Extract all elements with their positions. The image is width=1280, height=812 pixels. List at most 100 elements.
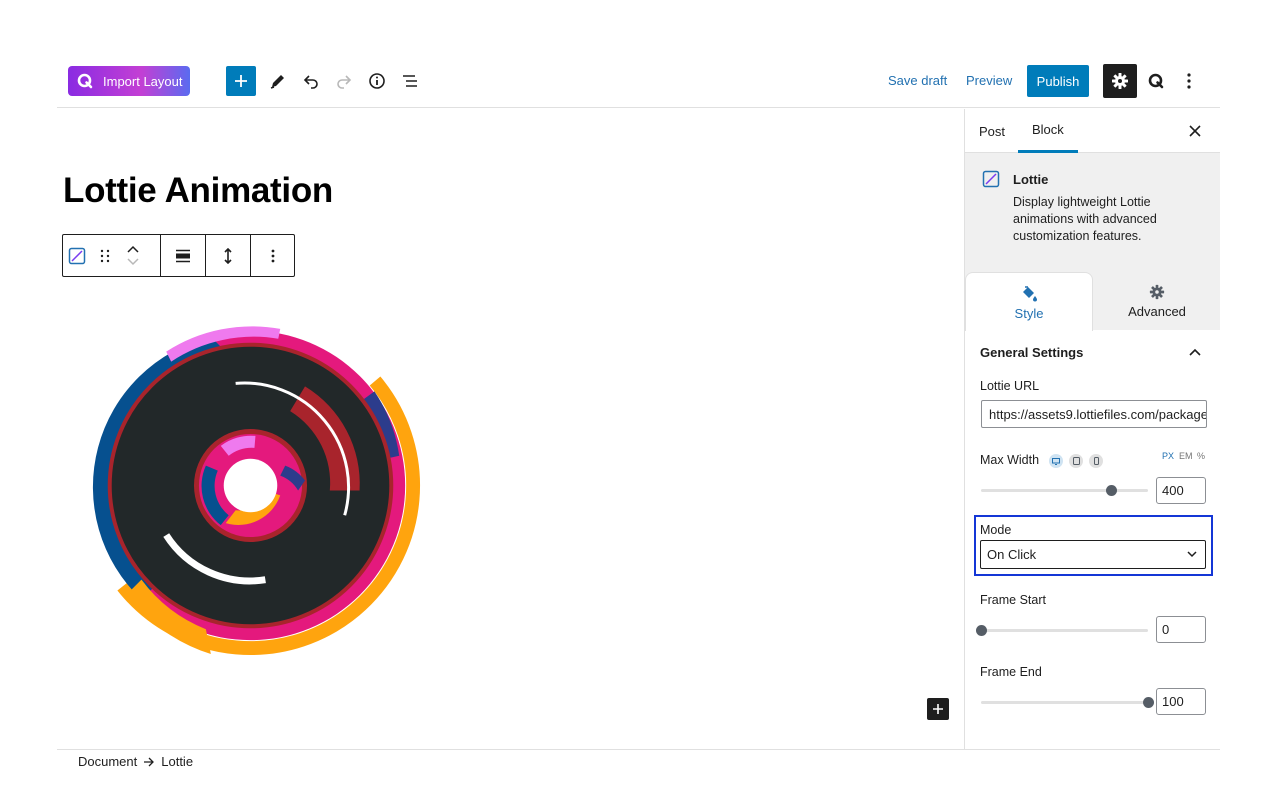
mobile-icon xyxy=(1093,457,1099,465)
tab-post[interactable]: Post xyxy=(979,109,1005,153)
tab-block[interactable]: Block xyxy=(1018,109,1078,153)
desktop-icon xyxy=(1052,457,1060,465)
unit-em[interactable]: EM xyxy=(1179,451,1193,461)
move-up-icon[interactable] xyxy=(127,245,139,253)
lottie-animation[interactable] xyxy=(77,312,424,659)
qubely-logo-icon xyxy=(76,72,94,90)
editor-canvas: Lottie Animation xyxy=(57,109,964,749)
vertical-arrows-icon xyxy=(224,247,232,264)
max-width-input[interactable]: 400 xyxy=(1156,477,1206,504)
import-layout-button[interactable]: Import Layout xyxy=(68,66,190,96)
frame-start-slider[interactable] xyxy=(981,629,1148,632)
tab-advanced[interactable]: Advanced xyxy=(1093,272,1220,330)
lottie-icon xyxy=(68,247,86,264)
block-type-button[interactable] xyxy=(63,235,91,276)
save-draft-button[interactable]: Save draft xyxy=(888,73,947,88)
block-card-description: Display lightweight Lottie animations wi… xyxy=(1013,195,1157,243)
mode-label: Mode xyxy=(980,523,1012,537)
undo-icon xyxy=(303,75,318,89)
lottie-url-label: Lottie URL xyxy=(980,379,1040,393)
gear-icon xyxy=(1149,284,1165,299)
editor-toolbar: Import Layout Save draft Preview Publish xyxy=(57,50,1220,108)
preview-button[interactable]: Preview xyxy=(966,73,1012,88)
details-button[interactable] xyxy=(362,66,392,96)
breadcrumb: Document Lottie xyxy=(78,754,193,769)
general-settings-title[interactable]: General Settings xyxy=(980,345,1083,360)
gear-icon xyxy=(1112,73,1128,89)
add-block-button[interactable] xyxy=(226,66,256,96)
import-layout-label: Import Layout xyxy=(103,73,183,89)
frame-end-input[interactable]: 100 xyxy=(1156,688,1206,715)
align-button[interactable] xyxy=(169,235,197,276)
device-tablet-button[interactable] xyxy=(1069,454,1083,468)
settings-button[interactable] xyxy=(1103,64,1137,98)
mode-select[interactable]: On Click xyxy=(980,540,1206,569)
unit-percent[interactable]: % xyxy=(1197,451,1205,461)
qubely-plugin-button[interactable] xyxy=(1141,66,1171,96)
mode-select-value: On Click xyxy=(987,547,1037,562)
drag-handle[interactable] xyxy=(91,235,119,276)
block-toolbar-group-more xyxy=(251,235,294,276)
tools-button[interactable] xyxy=(263,66,293,96)
list-view-icon xyxy=(403,75,417,87)
close-sidebar-button[interactable] xyxy=(1185,121,1205,141)
chevron-down-icon xyxy=(1187,551,1197,558)
lottie-icon xyxy=(982,170,1000,188)
options-button[interactable] xyxy=(1174,66,1204,96)
more-vertical-icon xyxy=(271,249,274,262)
sidebar-tabs: Post Block xyxy=(965,109,1220,153)
frame-end-label: Frame End xyxy=(980,665,1042,679)
frame-start-label: Frame Start xyxy=(980,593,1046,607)
plus-icon xyxy=(933,704,943,714)
close-icon xyxy=(1189,125,1201,137)
undo-button[interactable] xyxy=(296,66,326,96)
device-mobile-button[interactable] xyxy=(1089,454,1103,468)
arrow-right-icon xyxy=(144,757,155,766)
info-icon xyxy=(369,73,385,89)
frame-start-input[interactable]: 0 xyxy=(1156,616,1206,643)
qubely-icon xyxy=(1148,73,1164,89)
block-card: Lottie Display lightweight Lottie animat… xyxy=(965,153,1220,272)
frame-end-slider-thumb[interactable] xyxy=(1142,697,1154,708)
unit-px[interactable]: PX xyxy=(1162,451,1174,461)
move-down-icon[interactable] xyxy=(127,258,139,266)
lottie-url-input[interactable]: https://assets9.lottiefiles.com/packages… xyxy=(981,400,1207,428)
tab-advanced-label: Advanced xyxy=(1128,303,1186,319)
block-options-button[interactable] xyxy=(259,235,287,276)
editor-frame: Import Layout Save draft Preview Publish xyxy=(57,50,1220,769)
chevron-up-icon[interactable] xyxy=(1187,345,1203,361)
frame-start-slider-thumb[interactable] xyxy=(975,625,987,636)
block-toolbar-group-align xyxy=(161,235,206,276)
redo-icon xyxy=(337,75,352,89)
tablet-icon xyxy=(1072,457,1080,465)
max-width-slider-thumb[interactable] xyxy=(1105,485,1117,496)
drag-handle-icon xyxy=(100,249,110,262)
block-card-title: Lottie xyxy=(1013,172,1049,187)
max-width-label: Max Width xyxy=(980,453,1040,467)
redo-button[interactable] xyxy=(329,66,359,96)
pencil-icon xyxy=(270,75,284,89)
style-tabs: Style Advanced xyxy=(965,272,1220,331)
breadcrumb-document[interactable]: Document xyxy=(78,754,137,769)
post-title[interactable]: Lottie Animation xyxy=(63,171,333,211)
lottie-animation-graphic xyxy=(80,315,421,656)
max-width-slider[interactable] xyxy=(981,489,1148,492)
block-toolbar-group-main xyxy=(63,235,161,276)
device-desktop-button[interactable] xyxy=(1049,454,1063,468)
height-button[interactable] xyxy=(214,235,242,276)
editor-footer: Document Lottie xyxy=(57,749,1220,779)
tab-style-label: Style xyxy=(1014,305,1044,321)
block-inserter-button[interactable] xyxy=(927,698,949,720)
frame-end-slider[interactable] xyxy=(981,701,1148,704)
block-mover[interactable] xyxy=(119,235,147,276)
publish-button[interactable]: Publish xyxy=(1027,65,1089,97)
breadcrumb-lottie[interactable]: Lottie xyxy=(161,754,193,769)
tab-style[interactable]: Style xyxy=(965,272,1093,331)
paint-bucket-icon xyxy=(1023,285,1037,301)
block-toolbar xyxy=(62,234,295,277)
block-toolbar-group-height xyxy=(206,235,251,276)
align-none-icon xyxy=(176,249,190,262)
settings-sidebar: Post Block Lottie Display lightweight Lo… xyxy=(964,109,1220,749)
list-view-button[interactable] xyxy=(395,66,425,96)
more-vertical-icon xyxy=(1187,73,1191,89)
